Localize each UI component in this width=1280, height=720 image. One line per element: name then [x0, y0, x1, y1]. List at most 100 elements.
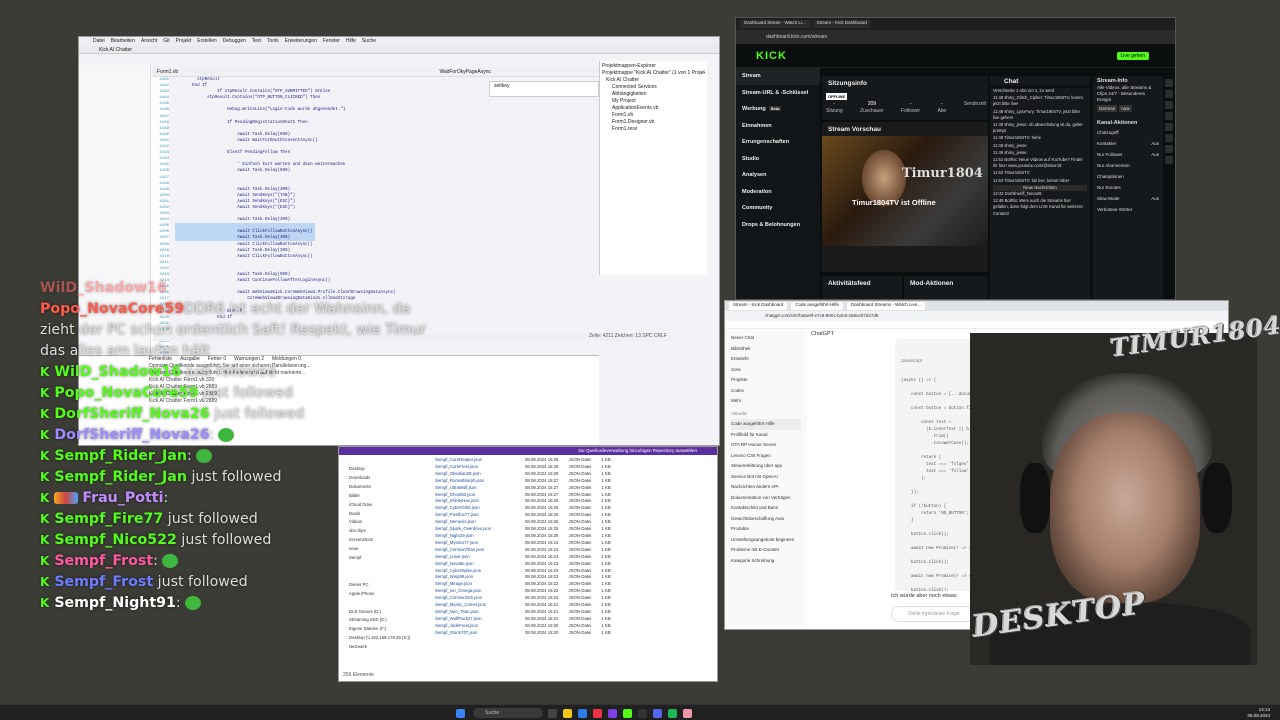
edit-icon[interactable]	[1165, 90, 1173, 98]
solution-item[interactable]: Projektmappen-Explorer	[602, 63, 705, 70]
explorer-file-list[interactable]: Sempf_CoreReaper.json 08.08.2024 15:28 JSO…	[435, 457, 715, 637]
gpt-sidebar-item[interactable]: GTA RP Humor Server	[731, 440, 801, 451]
gpt-sidebar-item[interactable]: Kontaktschild und Bans	[731, 503, 801, 514]
file-row[interactable]: Sempf_Storm707.json 08.08.2024 15:20 JSON-…	[435, 630, 715, 637]
gpt-sidebar-item[interactable]: Gewichtsbeschaffung Auto Produkte	[731, 514, 801, 535]
chat-settings[interactable]: Chatzugriff Kontakter Aus Nur Follower Aus Nu…	[1097, 127, 1159, 215]
gpt-sidebar-item[interactable]: Aktuelle	[731, 409, 801, 420]
file-row[interactable]: Sempf_Night19.json 08.08.2024 15:25 JSON-D…	[435, 533, 715, 540]
go-live-button[interactable]: Live gehen	[1116, 52, 1149, 60]
chat-icon[interactable]	[1165, 123, 1173, 131]
nav-item[interactable]: Netzwerk	[349, 643, 431, 652]
file-row[interactable]: Sempf_Mystics77.json 08.08.2024 15:24 JSON…	[435, 540, 715, 547]
kick-icon[interactable]	[623, 709, 632, 718]
sidebar-item[interactable]: Stream	[736, 68, 820, 85]
file-row[interactable]: Sempf_Neo_Titan.json 08.08.2024 15:21 JSON…	[435, 609, 715, 616]
file-row[interactable]: Sempf_Mystic_Comet.json 08.08.2024 15:21 J…	[435, 602, 715, 609]
chat-setting[interactable]: Nur Emotes	[1097, 182, 1159, 193]
chat-setting[interactable]: Chatoptionen	[1097, 171, 1159, 182]
file-row[interactable]: Sempf_CoreReaper.json 08.08.2024 15:28 JSO…	[435, 457, 715, 464]
file-row[interactable]: Sempf_CrimsonOrb.json 08.08.2024 15:22 JSO…	[435, 595, 715, 602]
folder-icon[interactable]	[563, 709, 572, 718]
browser-tab[interactable]: Dashboard Strean - Watch Li...	[740, 20, 810, 28]
chat-setting[interactable]: Chatzugriff	[1097, 127, 1159, 138]
vs-menu-item[interactable]: Hilfe	[346, 38, 356, 45]
file-row[interactable]: Sempf_Ghost60.json 08.08.2024 15:27 JSON-D…	[435, 492, 715, 499]
file-row[interactable]: Sempf_Lunar.json 08.08.2024 15:24 JSON-Dat…	[435, 554, 715, 561]
nav-item[interactable]: Desktop (\\ 192.168.178.26 (S:))	[349, 634, 431, 643]
sidebar-item[interactable]: Analysen	[736, 167, 820, 184]
vs-file-tab[interactable]: Form1.vb	[157, 69, 178, 75]
solution-item[interactable]: Form1.vb	[602, 112, 705, 119]
gpt-sidebar-item[interactable]: Steuererklärung über app	[731, 461, 801, 472]
vs-menu-item[interactable]: Debuggen	[223, 38, 246, 45]
sidebar-item[interactable]: Einnahmen	[736, 118, 820, 135]
gpt-sidebar-item[interactable]: Dokumentation von Verträgen	[731, 493, 801, 504]
gpt-sidebar-item[interactable]: Projekte	[731, 375, 801, 386]
shield-icon[interactable]	[1165, 112, 1173, 120]
vs-solution-explorer[interactable]: Projektmappen-Explorer Projektmappe "Kick…	[599, 61, 707, 275]
file-row[interactable]: Sempf_Spark_Overdrive.json 08.08.2024 15:…	[435, 526, 715, 533]
gpt-sidebar-item[interactable]: Nachrichten ändern API	[731, 482, 801, 493]
gpt-sidebar-item[interactable]: Umstellungsangebote beginnen	[731, 535, 801, 546]
kick-logo[interactable]: KICK	[756, 50, 787, 62]
gift-icon[interactable]	[1165, 134, 1173, 142]
vs-menu-item[interactable]: Ansicht	[141, 38, 157, 45]
stream-tag[interactable]: German	[1097, 105, 1118, 112]
star-icon[interactable]	[1165, 145, 1173, 153]
solution-item[interactable]: Kick AI Chatter	[602, 77, 705, 84]
sidebar-item[interactable]: Werbung Beta	[736, 101, 820, 118]
vs-menu-item[interactable]: Bearbeiten	[111, 38, 135, 45]
browser-tab[interactable]: Code ausgeführt-Hilfe	[791, 302, 844, 310]
solution-item[interactable]: Projektmappe "Kick AI Chatter" (1 von 1 …	[602, 70, 705, 77]
vs-menu-item[interactable]: Erstellen	[197, 38, 216, 45]
vs-menu-item[interactable]: Datei	[93, 38, 105, 45]
file-row[interactable]: Sempf_Nemesis.json 08.08.2024 15:25 JSON-D…	[435, 519, 715, 526]
edge-icon[interactable]	[578, 709, 587, 718]
file-row[interactable]: Sempf_CyberSpike.json 08.08.2024 15:23 JSO…	[435, 568, 715, 575]
browser-tab[interactable]: Stream - Kick Dashboard	[812, 20, 871, 28]
vs-menu-item[interactable]: Test	[252, 38, 261, 45]
visual-studio-icon[interactable]	[608, 709, 617, 718]
gpt-sidebar-item[interactable]: Bibliothek	[731, 344, 801, 355]
file-row[interactable]: Sempf_Wisp99.json 08.08.2024 15:23 JSON-Da…	[435, 574, 715, 581]
gpt-sidebar-item[interactable]: Sora	[731, 365, 801, 376]
obs-icon[interactable]	[638, 709, 647, 718]
gpt-sidebar[interactable]: Neuer Chat Bibliothek Entwürfe Sora Projekte…	[725, 329, 807, 629]
vs-menu-item[interactable]: Git	[163, 38, 169, 45]
vs-menu-item[interactable]: Suche	[362, 38, 376, 45]
kick-dashboard-window[interactable]: Dashboard Strean - Watch Li... Stream - K…	[735, 17, 1176, 300]
file-row[interactable]: Sempf_Ion_Omega.json 08.08.2024 15:22 JSON…	[435, 588, 715, 595]
dashboard-icon-column[interactable]	[1163, 76, 1175, 299]
spotify-icon[interactable]	[668, 709, 677, 718]
taskbar-search[interactable]: Suche	[473, 708, 543, 718]
file-row[interactable]: Sempf_Nova66.json 08.08.2024 15:23 JSON-Da…	[435, 561, 715, 568]
file-row[interactable]: Sempf_RocketMorph.json 08.08.2024 15:27 JS…	[435, 478, 715, 485]
file-row[interactable]: Sempf_Obsidian28.json 08.08.2024 15:28 JSO…	[435, 471, 715, 478]
gpt-sidebar-item[interactable]: Codex	[731, 386, 801, 397]
gpt-sidebar-item[interactable]: Code ausgeführt Hilfe	[731, 419, 801, 430]
gpt-sidebar-item[interactable]: Mehr	[731, 396, 801, 407]
chat-setting[interactable]: Kontakter Aus	[1097, 138, 1159, 149]
browser-tab[interactable]: Dashboard Streams - Watch Live...	[847, 302, 925, 310]
app-icon[interactable]	[683, 709, 692, 718]
browser-url-bar[interactable]: dashboard.kick.com/stream	[736, 30, 1175, 44]
kick-sidebar[interactable]: Stream Stream-URL & -Schlüssel Werbung Beta…	[736, 68, 820, 299]
settings-icon[interactable]	[1165, 79, 1173, 87]
gpt-sidebar-item[interactable]: Service Bot mit OpenAI	[731, 472, 801, 483]
vs-method-dropdown[interactable]: WaitForOkyPageAsync	[440, 69, 492, 75]
gpt-sidebar-item[interactable]: Profilbild für Kanal	[731, 430, 801, 441]
gpt-sidebar-item[interactable]: Kategorie Schreibung	[731, 556, 801, 567]
file-row[interactable]: Sempf_Pixelfox77.json 08.08.2024 15:26 JSO…	[435, 512, 715, 519]
gpt-url-bar[interactable]: chatgpt.com/c/67ba5e9f-e7c8-8001-b4c8-2a…	[725, 311, 1228, 321]
vs-menu-item[interactable]: Tools	[267, 38, 279, 45]
tools-icon[interactable]	[1165, 156, 1173, 164]
sidebar-item[interactable]: Errungenschaften	[736, 134, 820, 151]
gpt-title[interactable]: ChatGPT	[811, 331, 834, 337]
chat-setting[interactable]: Nur Abonnenten	[1097, 160, 1159, 171]
gpt-sidebar-item[interactable]: Neuer Chat	[731, 333, 801, 344]
chat-setting[interactable]: Nur Follower Aus	[1097, 149, 1159, 160]
stream-tag[interactable]: now	[1119, 105, 1132, 112]
sidebar-item[interactable]: Studio	[736, 151, 820, 168]
vs-menu-item[interactable]: Fenster	[323, 38, 340, 45]
